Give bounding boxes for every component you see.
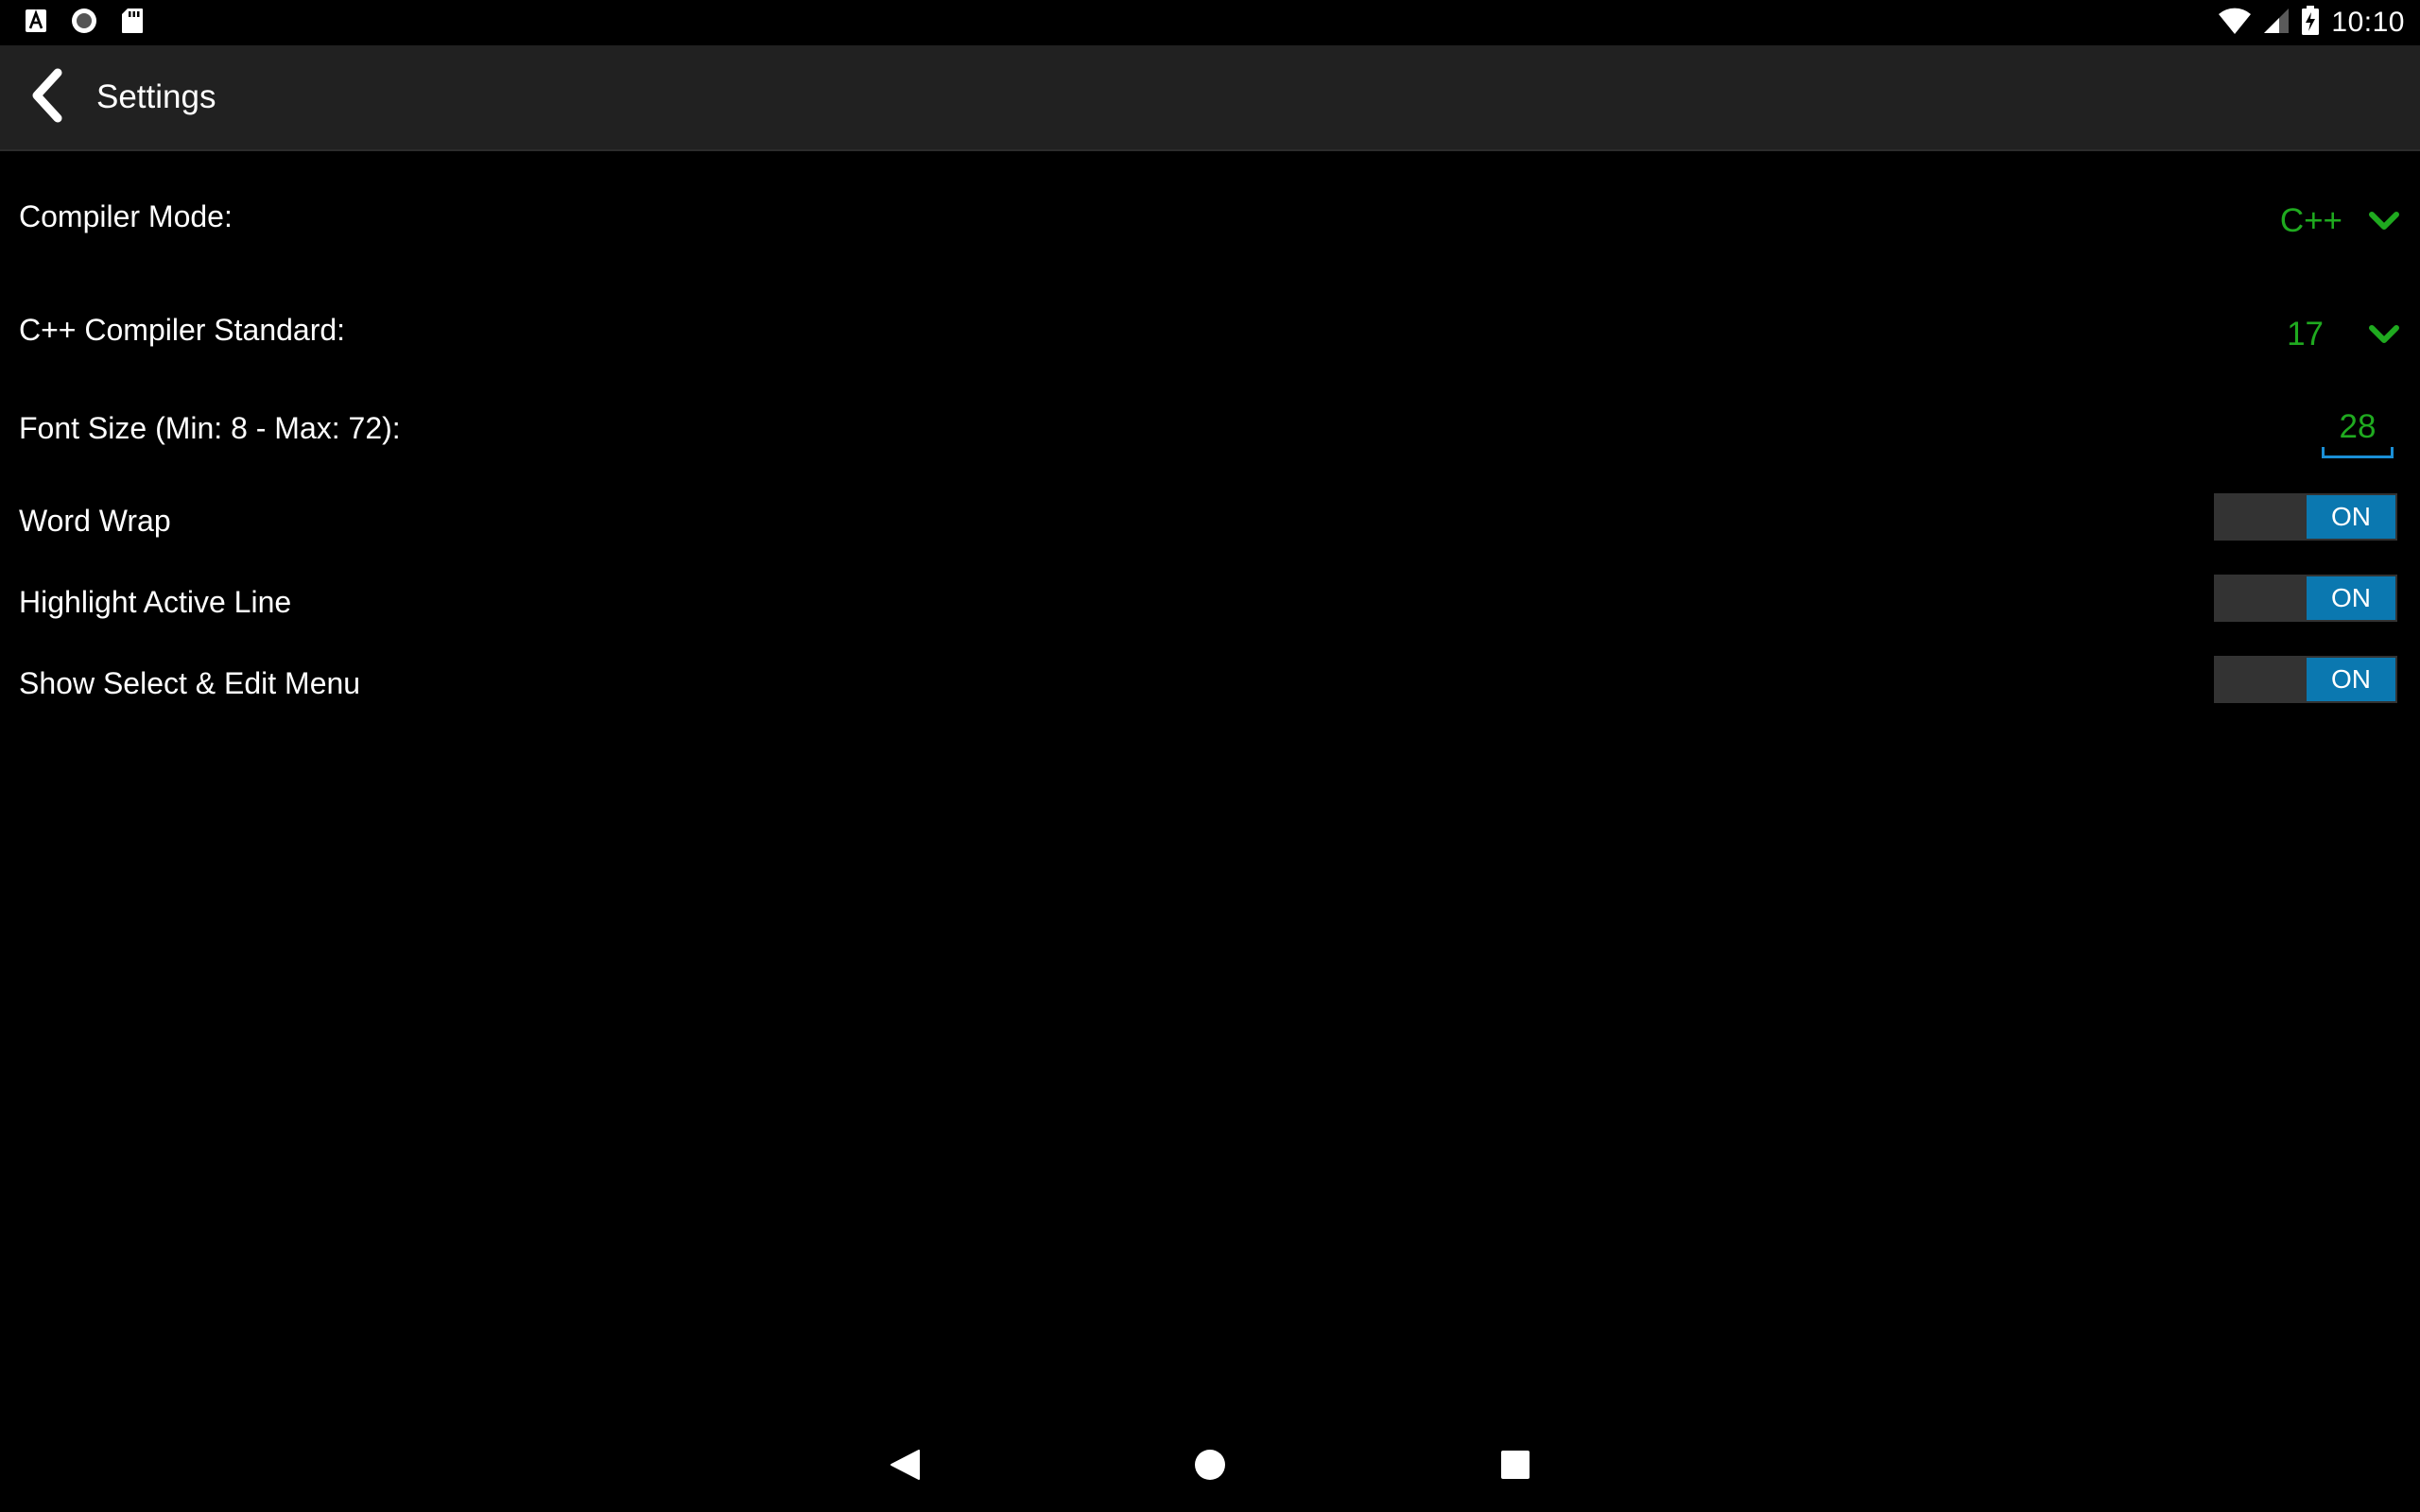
compiler-mode-dropdown[interactable]: C++ [2280,193,2401,249]
settings-screen: 10:10 Settings Compiler Mode: C++ C++ Co… [0,0,2420,1512]
font-size-label: Font Size (Min: 8 - Max: 72): [19,411,401,445]
show-select-edit-menu-switch[interactable]: ON [2214,656,2397,703]
input-underline-left-tick [2322,447,2325,458]
chevron-down-icon [2367,204,2401,238]
back-triangle-icon [888,1448,922,1486]
status-left-icons [25,8,144,38]
highlight-active-line-switch[interactable]: ON [2214,575,2397,622]
setting-compiler-standard: C++ Compiler Standard: 17 [0,301,2420,369]
word-wrap-label: Word Wrap [19,504,171,538]
chevron-left-icon [27,67,65,129]
highlight-active-line-label: Highlight Active Line [19,585,292,619]
system-nav-bar [0,1421,2420,1512]
sd-card-icon [121,8,144,39]
nav-back-button[interactable] [876,1438,933,1495]
setting-show-select-edit-menu: Show Select & Edit Menu [0,654,2420,716]
cellular-signal-icon [2263,8,2290,39]
battery-charging-icon [2301,5,2320,41]
word-wrap-switch[interactable]: ON [2214,493,2397,541]
setting-highlight-active-line: Highlight Active Line [0,573,2420,635]
word-wrap-switch-state: ON [2307,495,2395,539]
setting-word-wrap: Word Wrap [0,491,2420,554]
show-select-edit-menu-switch-state: ON [2307,658,2395,701]
wifi-icon [2218,7,2252,40]
record-icon [70,7,98,40]
compiler-standard-label: C++ Compiler Standard: [19,313,346,347]
page-title: Settings [96,78,216,115]
back-button[interactable] [15,66,78,129]
highlight-active-line-switch-state: ON [2307,576,2395,620]
home-circle-icon [1193,1448,1227,1486]
app-bar: Settings [0,45,2420,151]
input-underline-right-tick [2391,447,2394,458]
compiler-standard-dropdown[interactable]: 17 [2287,306,2401,363]
nav-recents-button[interactable] [1487,1438,1544,1495]
status-time: 10:10 [2331,7,2405,38]
accessibility-icon [25,9,47,38]
compiler-standard-value: 17 [2287,316,2324,352]
compiler-mode-value: C++ [2279,202,2342,239]
nav-home-button[interactable] [1182,1438,1238,1495]
show-select-edit-menu-label: Show Select & Edit Menu [19,666,361,700]
status-bar: 10:10 [0,0,2420,45]
chevron-down-icon [2367,318,2401,352]
font-size-input[interactable] [2322,399,2394,458]
setting-font-size: Font Size (Min: 8 - Max: 72): [0,399,2420,467]
recents-square-icon [1499,1449,1531,1486]
status-right-icons: 10:10 [2218,0,2405,45]
compiler-mode-label: Compiler Mode: [19,199,233,233]
setting-compiler-mode: Compiler Mode: C++ [0,187,2420,255]
